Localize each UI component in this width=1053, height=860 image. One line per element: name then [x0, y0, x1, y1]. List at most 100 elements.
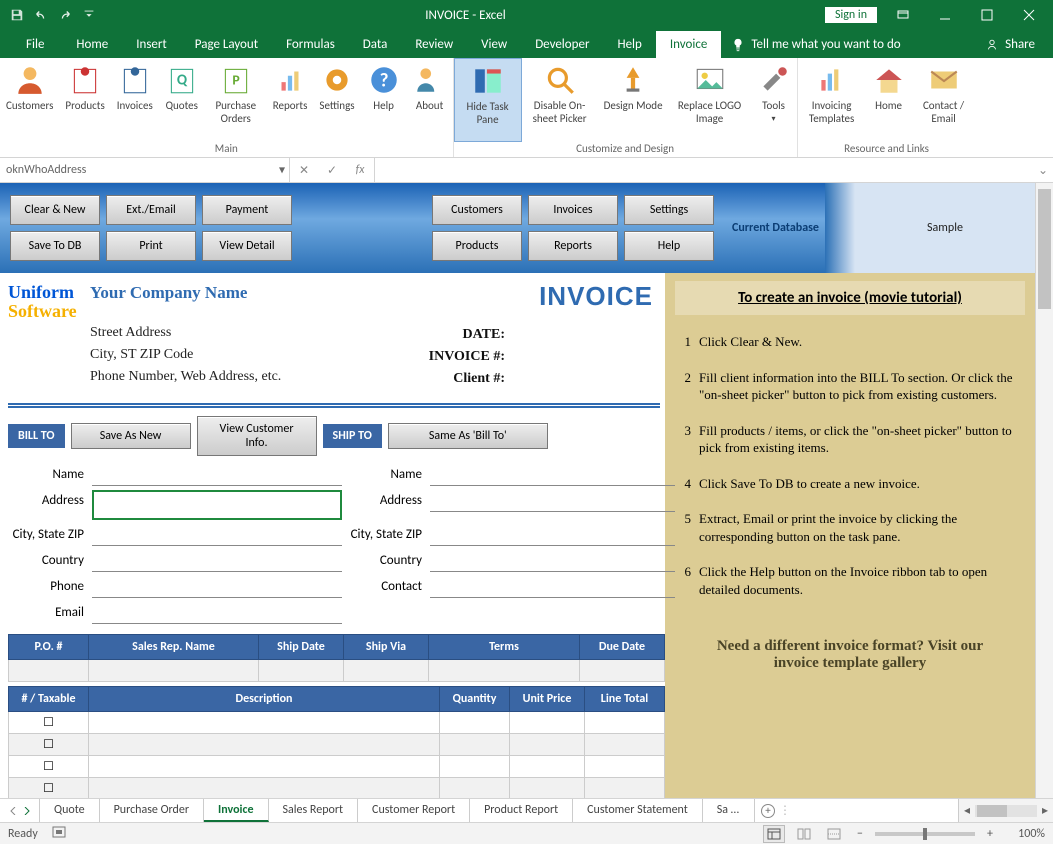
tell-me-search[interactable]: Tell me what you want to do [721, 31, 910, 58]
new-sheet-icon[interactable]: + [761, 804, 775, 818]
shipto-contact-field[interactable] [430, 576, 675, 598]
tab-view[interactable]: View [467, 31, 521, 58]
qat-dropdown-icon[interactable] [78, 4, 100, 26]
name-box[interactable]: oknWhoAddress▾ [0, 158, 290, 182]
close-icon[interactable] [1013, 0, 1045, 30]
ext-email-button[interactable]: Ext./Email [106, 195, 196, 225]
save-to-db-button[interactable]: Save To DB [10, 231, 100, 261]
share-button[interactable]: Share [967, 31, 1053, 58]
shipvia-cell[interactable] [344, 660, 429, 682]
vertical-scrollbar[interactable] [1035, 183, 1053, 798]
payment-button[interactable]: Payment [202, 195, 292, 225]
ribbon-reports-button[interactable]: Reports [267, 58, 314, 142]
horizontal-scrollbar[interactable]: ◂ ▸ [958, 799, 1053, 822]
sheet-tab-sales[interactable]: Sales Report [269, 799, 359, 822]
tutorial-title[interactable]: To create an invoice (movie tutorial) [675, 281, 1025, 315]
redo-icon[interactable] [54, 4, 76, 26]
tab-home[interactable]: Home [62, 31, 122, 58]
shipto-name-field[interactable] [430, 464, 675, 486]
tab-help[interactable]: Help [603, 31, 655, 58]
tab-formulas[interactable]: Formulas [272, 31, 349, 58]
sheet-tab-invoice[interactable]: Invoice [204, 799, 269, 822]
billto-email-field[interactable] [92, 602, 342, 624]
ribbon-hide-task-pane-button[interactable]: Hide Task Pane [454, 58, 522, 142]
line-tax-2[interactable]: ☐ [9, 734, 89, 756]
maximize-icon[interactable] [971, 0, 1003, 30]
view-page-layout-icon[interactable] [793, 825, 815, 843]
print-button[interactable]: Print [106, 231, 196, 261]
duedate-cell[interactable] [580, 660, 665, 682]
products-button[interactable]: Products [432, 231, 522, 261]
shipdate-cell[interactable] [259, 660, 344, 682]
billto-country-field[interactable] [92, 550, 342, 572]
tab-insert[interactable]: Insert [122, 31, 181, 58]
ribbon-replace-logo-button[interactable]: Replace LOGO Image [669, 58, 751, 142]
billto-name-field[interactable] [92, 464, 342, 486]
rep-cell[interactable] [89, 660, 259, 682]
sheet-tab-cstmt[interactable]: Customer Statement [573, 799, 703, 822]
sign-in-button[interactable]: Sign in [825, 7, 877, 23]
ribbon-invoices-button[interactable]: Invoices [111, 58, 159, 142]
formula-input[interactable] [375, 158, 1033, 182]
shipto-country-field[interactable] [430, 550, 675, 572]
expand-formula-bar-icon[interactable]: ⌄ [1033, 158, 1053, 182]
ribbon-quotes-button[interactable]: QQuotes [159, 58, 205, 142]
view-customer-button[interactable]: View Customer Info. [197, 416, 317, 456]
scroll-right-icon[interactable]: ▸ [1037, 803, 1053, 818]
sheet-tab-quote[interactable]: Quote [40, 799, 100, 822]
sheet-tab-product[interactable]: Product Report [470, 799, 573, 822]
sheet-tab-po[interactable]: Purchase Order [100, 799, 204, 822]
chevron-right-icon[interactable] [23, 807, 31, 815]
tab-file[interactable]: File [12, 31, 62, 58]
view-normal-icon[interactable] [763, 825, 785, 843]
sheet-nav[interactable] [0, 799, 40, 822]
chevron-left-icon[interactable] [9, 807, 17, 815]
settings-button[interactable]: Settings [624, 195, 714, 225]
ribbon-templates-button[interactable]: Invoicing Templates [798, 58, 866, 142]
tab-data[interactable]: Data [349, 31, 402, 58]
tutorial-footer-link[interactable]: Need a different invoice format? Visit o… [675, 616, 1025, 694]
view-detail-button[interactable]: View Detail [202, 231, 292, 261]
ribbon-design-mode-button[interactable]: Design Mode [598, 58, 669, 142]
fx-icon[interactable]: fx [346, 158, 374, 182]
sheet-tab-customer[interactable]: Customer Report [358, 799, 470, 822]
terms-cell[interactable] [429, 660, 580, 682]
worksheet[interactable]: Clear & New Ext./Email Payment Save To D… [0, 183, 1035, 798]
ribbon-display-icon[interactable] [887, 0, 919, 30]
line-tax-4[interactable]: ☐ [9, 778, 89, 799]
save-as-new-button[interactable]: Save As New [71, 423, 191, 449]
line-desc-1[interactable] [89, 712, 440, 734]
billto-address-field[interactable] [92, 490, 342, 520]
save-icon[interactable] [6, 4, 28, 26]
reports-button[interactable]: Reports [528, 231, 618, 261]
customers-button[interactable]: Customers [432, 195, 522, 225]
help-button[interactable]: Help [624, 231, 714, 261]
same-as-billto-button[interactable]: Same As 'Bill To' [388, 423, 548, 449]
shipto-address-field[interactable] [430, 490, 675, 512]
billto-csz-field[interactable] [92, 524, 342, 546]
ribbon-help-button[interactable]: ?Help [361, 58, 407, 142]
ribbon-about-button[interactable]: About [407, 58, 453, 142]
zoom-level[interactable]: 100% [1005, 827, 1045, 841]
tab-invoice[interactable]: Invoice [656, 31, 721, 58]
ribbon-tools-button[interactable]: Tools▾ [751, 58, 797, 142]
tab-developer[interactable]: Developer [521, 31, 603, 58]
ribbon-settings-button[interactable]: Settings [313, 58, 360, 142]
line-tax-3[interactable]: ☐ [9, 756, 89, 778]
clear-new-button[interactable]: Clear & New [10, 195, 100, 225]
minimize-icon[interactable] [929, 0, 961, 30]
ribbon-contact-button[interactable]: Contact / Email [912, 58, 976, 142]
ribbon-home-button[interactable]: Home [866, 58, 912, 142]
line-tax-1[interactable]: ☐ [9, 712, 89, 734]
scroll-left-icon[interactable]: ◂ [959, 803, 975, 818]
accept-formula-icon[interactable]: ✓ [318, 158, 346, 182]
billto-phone-field[interactable] [92, 576, 342, 598]
zoom-slider[interactable] [875, 832, 975, 836]
macro-recorder-icon[interactable] [52, 826, 66, 842]
undo-icon[interactable] [30, 4, 52, 26]
zoom-in-icon[interactable]: + [983, 827, 997, 841]
tab-review[interactable]: Review [401, 31, 467, 58]
sheet-tab-sa[interactable]: Sa … [703, 799, 755, 822]
ribbon-customers-button[interactable]: Customers [0, 58, 59, 142]
ribbon-purchase-orders-button[interactable]: PPurchase Orders [205, 58, 267, 142]
